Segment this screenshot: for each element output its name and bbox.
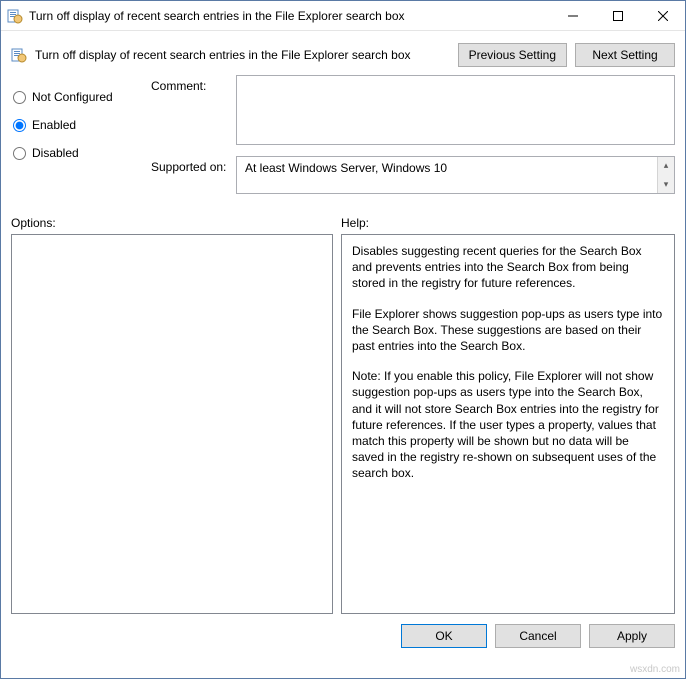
scroll-up-icon[interactable]: ▴ (658, 157, 674, 174)
apply-button[interactable]: Apply (589, 624, 675, 648)
window-title: Turn off display of recent search entrie… (29, 9, 550, 23)
header-row: Turn off display of recent search entrie… (1, 31, 685, 75)
scrollbar[interactable]: ▴ ▾ (657, 157, 674, 193)
config-area: Not Configured Enabled Disabled Comment:… (1, 75, 685, 202)
radio-disabled[interactable]: Disabled (11, 139, 141, 167)
cancel-button[interactable]: Cancel (495, 624, 581, 648)
supported-row: Supported on: At least Windows Server, W… (151, 156, 675, 194)
titlebar: Turn off display of recent search entrie… (1, 1, 685, 31)
policy-icon (7, 8, 23, 24)
close-button[interactable] (640, 1, 685, 30)
footer-buttons: OK Cancel Apply (1, 614, 685, 648)
radio-enabled-input[interactable] (13, 119, 26, 132)
state-radio-group: Not Configured Enabled Disabled (11, 75, 141, 202)
policy-title: Turn off display of recent search entrie… (35, 48, 450, 62)
help-paragraph: File Explorer shows suggestion pop-ups a… (352, 306, 664, 355)
next-setting-button[interactable]: Next Setting (575, 43, 675, 67)
watermark: wsxdn.com (630, 664, 680, 675)
supported-on-value: At least Windows Server, Windows 10 (245, 161, 447, 175)
panel-labels: Options: Help: (1, 202, 685, 234)
radio-enabled[interactable]: Enabled (11, 111, 141, 139)
options-panel (11, 234, 333, 614)
scroll-down-icon[interactable]: ▾ (658, 176, 674, 193)
fields-column: Comment: Supported on: At least Windows … (151, 75, 675, 202)
minimize-button[interactable] (550, 1, 595, 30)
radio-label: Enabled (32, 118, 76, 132)
maximize-button[interactable] (595, 1, 640, 30)
radio-label: Not Configured (32, 90, 113, 104)
ok-button[interactable]: OK (401, 624, 487, 648)
supported-label: Supported on: (151, 156, 236, 194)
panels: Disables suggesting recent queries for t… (1, 234, 685, 614)
comment-label: Comment: (151, 75, 236, 148)
previous-setting-button[interactable]: Previous Setting (458, 43, 567, 67)
options-label: Options: (11, 216, 341, 230)
help-label: Help: (341, 216, 369, 230)
window-buttons (550, 1, 685, 30)
comment-textarea[interactable] (236, 75, 675, 145)
radio-not-configured-input[interactable] (13, 91, 26, 104)
radio-label: Disabled (32, 146, 79, 160)
policy-icon (11, 47, 27, 63)
help-paragraph: Note: If you enable this policy, File Ex… (352, 368, 664, 481)
radio-not-configured[interactable]: Not Configured (11, 83, 141, 111)
supported-on-box: At least Windows Server, Windows 10 ▴ ▾ (236, 156, 675, 194)
help-panel: Disables suggesting recent queries for t… (341, 234, 675, 614)
comment-row: Comment: (151, 75, 675, 148)
help-paragraph: Disables suggesting recent queries for t… (352, 243, 664, 292)
radio-disabled-input[interactable] (13, 147, 26, 160)
